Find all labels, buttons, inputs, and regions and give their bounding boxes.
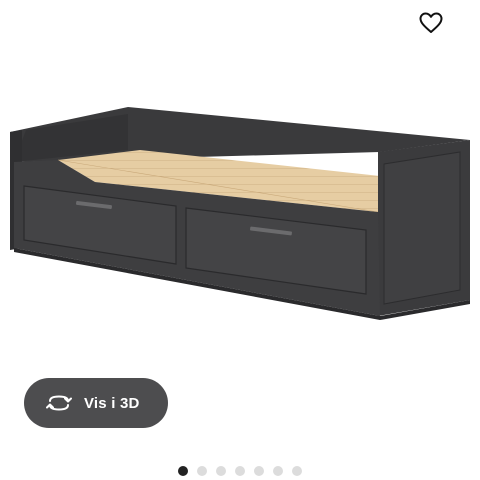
- view-in-3d-button[interactable]: Vis i 3D: [24, 378, 168, 428]
- carousel-pagination: [0, 466, 480, 476]
- wishlist-button[interactable]: [414, 6, 448, 40]
- product-gallery[interactable]: Vis i 3D: [0, 0, 480, 480]
- heart-icon: [419, 12, 443, 33]
- view-in-3d-label: Vis i 3D: [84, 394, 140, 412]
- carousel-dot[interactable]: [235, 466, 245, 476]
- carousel-dot[interactable]: [197, 466, 207, 476]
- product-image-daybed: [10, 107, 470, 320]
- carousel-dot[interactable]: [273, 466, 283, 476]
- carousel-dot[interactable]: [216, 466, 226, 476]
- rotate-3d-icon: [46, 395, 72, 411]
- carousel-dot[interactable]: [178, 466, 188, 476]
- carousel-dot[interactable]: [254, 466, 264, 476]
- carousel-dot[interactable]: [292, 466, 302, 476]
